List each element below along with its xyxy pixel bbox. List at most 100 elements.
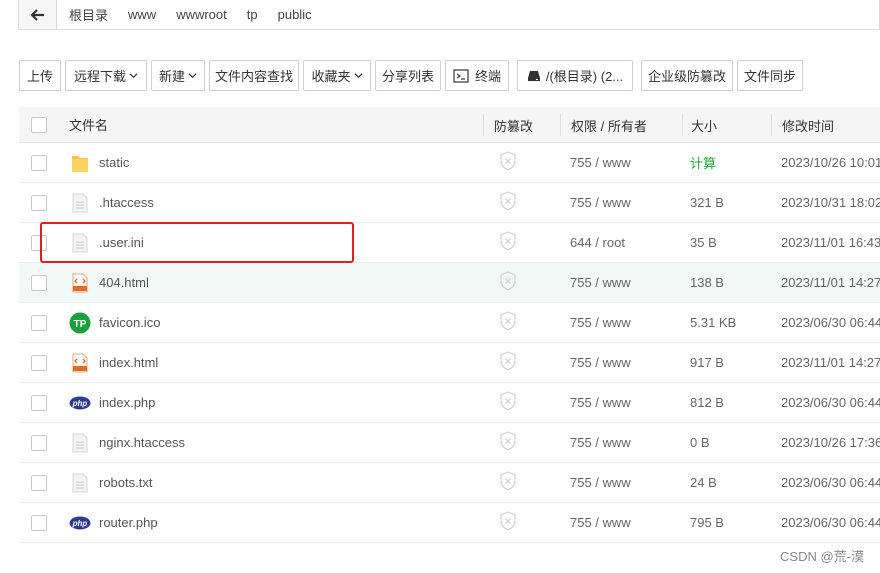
permission-owner[interactable]: 644 / root: [570, 235, 625, 250]
tamper-proof-label: 企业级防篡改: [647, 69, 726, 84]
file-name[interactable]: router.php: [99, 515, 158, 530]
file-sync-label: 文件同步: [743, 69, 796, 84]
table-row[interactable]: php router.php 755 / www 795 B 2023/06/30 06…: [19, 503, 880, 543]
file-size: 917 B: [690, 355, 724, 370]
modified-time: 2023/06/30 06:44: [781, 395, 880, 410]
row-checkbox[interactable]: [31, 434, 47, 451]
table-row[interactable]: .user.ini 644 / root 35 B 2023/11/01 16:43: [19, 223, 880, 263]
row-checkbox[interactable]: [31, 394, 47, 411]
permission-owner[interactable]: 755 / www: [570, 275, 631, 290]
chevron-right-icon: [318, 10, 326, 20]
table-row[interactable]: TP favicon.ico 755 / www 5.31 KB 2023/06/30 …: [19, 303, 880, 343]
table-row[interactable]: 404.html 755 / www 138 B 2023/11/01 14:27: [19, 263, 880, 303]
php-icon: php: [69, 512, 91, 534]
file-sync-button[interactable]: 文件同步: [737, 60, 803, 91]
shield-x-icon[interactable]: [499, 191, 517, 214]
row-checkbox[interactable]: [31, 154, 47, 171]
chevron-right-icon: [162, 10, 170, 20]
file-name[interactable]: index.html: [99, 355, 158, 370]
upload-button[interactable]: 上传: [19, 60, 61, 91]
terminal-icon: [453, 68, 469, 83]
permission-owner[interactable]: 755 / www: [570, 515, 631, 530]
file-size: 321 B: [690, 195, 724, 210]
search-content-label: 文件内容查找: [214, 69, 293, 84]
folder-icon: [69, 152, 91, 174]
back-button[interactable]: [19, 0, 57, 29]
shield-x-icon[interactable]: [499, 311, 517, 334]
select-all-checkbox[interactable]: [31, 116, 47, 133]
row-checkbox[interactable]: [31, 474, 47, 491]
row-checkbox[interactable]: [31, 274, 47, 291]
header-mtime[interactable]: 修改时间: [771, 114, 880, 136]
header-permission: 权限 / 所有者: [560, 114, 681, 136]
row-checkbox[interactable]: [31, 194, 47, 211]
shield-x-icon[interactable]: [499, 271, 517, 294]
breadcrumb-item-public[interactable]: public: [272, 7, 318, 22]
header-permission-label: 权限 / 所有者: [571, 118, 647, 134]
table-row[interactable]: nginx.htaccess 755 / www 0 B 2023/10/26 17:…: [19, 423, 880, 463]
new-label: 新建: [158, 69, 185, 84]
breadcrumb-item-root[interactable]: 根目录: [63, 5, 114, 24]
row-checkbox[interactable]: [31, 314, 47, 331]
file-name[interactable]: static: [99, 155, 129, 170]
permission-owner[interactable]: 755 / www: [570, 475, 631, 490]
breadcrumb-item-wwwroot[interactable]: wwwroot: [170, 7, 233, 22]
modified-time: 2023/11/01 14:27: [781, 355, 880, 370]
svg-text:TP: TP: [74, 319, 87, 330]
header-name[interactable]: 文件名: [69, 107, 481, 142]
shield-x-icon[interactable]: [499, 231, 517, 254]
svg-text:php: php: [72, 399, 88, 408]
modified-time: 2023/10/31 18:02: [781, 195, 880, 210]
permission-owner[interactable]: 755 / www: [570, 155, 631, 170]
html-icon: [69, 352, 91, 374]
search-content-button[interactable]: 文件内容查找: [209, 60, 299, 91]
chevron-right-icon: [264, 10, 272, 20]
table-row[interactable]: robots.txt 755 / www 24 B 2023/06/30 06:44: [19, 463, 880, 503]
breadcrumb-bar: 根目录 www wwwroot tp public: [18, 0, 880, 30]
shield-x-icon[interactable]: [499, 351, 517, 374]
permission-owner[interactable]: 755 / www: [570, 355, 631, 370]
file-name[interactable]: .user.ini: [99, 235, 144, 250]
breadcrumb: 根目录 www wwwroot tp public: [57, 5, 326, 24]
terminal-button[interactable]: 终端: [445, 60, 509, 91]
favorites-button[interactable]: 收藏夹: [303, 60, 371, 91]
file-size: 5.31 KB: [690, 315, 737, 330]
table-row[interactable]: static 755 / www 计算 2023/10/26 10:01: [19, 143, 880, 183]
table-row[interactable]: .htaccess 755 / www 321 B 2023/10/31 18:02: [19, 183, 880, 223]
file-name[interactable]: robots.txt: [99, 475, 152, 490]
row-checkbox[interactable]: [31, 234, 47, 251]
permission-owner[interactable]: 755 / www: [570, 315, 631, 330]
table-row[interactable]: index.html 755 / www 917 B 2023/11/01 14:27: [19, 343, 880, 383]
disk-button[interactable]: /(根目录) (2...: [517, 60, 633, 91]
file-size: 138 B: [690, 275, 724, 290]
file-name[interactable]: .htaccess: [99, 195, 154, 210]
file-name[interactable]: 404.html: [99, 275, 149, 290]
header-name-label: 文件名: [69, 118, 109, 133]
remote-download-button[interactable]: 远程下载: [65, 60, 147, 91]
shield-x-icon[interactable]: [499, 511, 517, 534]
file-size[interactable]: 计算: [690, 153, 716, 172]
file-name[interactable]: nginx.htaccess: [99, 435, 185, 450]
file-name[interactable]: index.php: [99, 395, 155, 410]
tamper-proof-button[interactable]: 企业级防篡改: [641, 60, 733, 91]
shield-x-icon[interactable]: [499, 151, 517, 174]
permission-owner[interactable]: 755 / www: [570, 195, 631, 210]
new-button[interactable]: 新建: [151, 60, 205, 91]
header-size-label: 大小: [691, 118, 718, 134]
modified-time: 2023/11/01 16:43: [781, 235, 880, 250]
breadcrumb-item-tp[interactable]: tp: [241, 7, 264, 22]
table-header: 文件名 防篡改 权限 / 所有者 大小 修改时间: [19, 107, 880, 143]
file-name[interactable]: favicon.ico: [99, 315, 160, 330]
table-row[interactable]: php index.php 755 / www 812 B 2023/06/30 06:…: [19, 383, 880, 423]
permission-owner[interactable]: 755 / www: [570, 395, 631, 410]
permission-owner[interactable]: 755 / www: [570, 435, 631, 450]
shield-x-icon[interactable]: [499, 391, 517, 414]
file-icon: [69, 432, 91, 454]
share-list-button[interactable]: 分享列表: [375, 60, 441, 91]
header-size[interactable]: 大小: [682, 114, 770, 136]
breadcrumb-item-www[interactable]: www: [122, 7, 162, 22]
shield-x-icon[interactable]: [499, 431, 517, 454]
row-checkbox[interactable]: [31, 514, 47, 531]
row-checkbox[interactable]: [31, 354, 47, 371]
shield-x-icon[interactable]: [499, 471, 517, 494]
